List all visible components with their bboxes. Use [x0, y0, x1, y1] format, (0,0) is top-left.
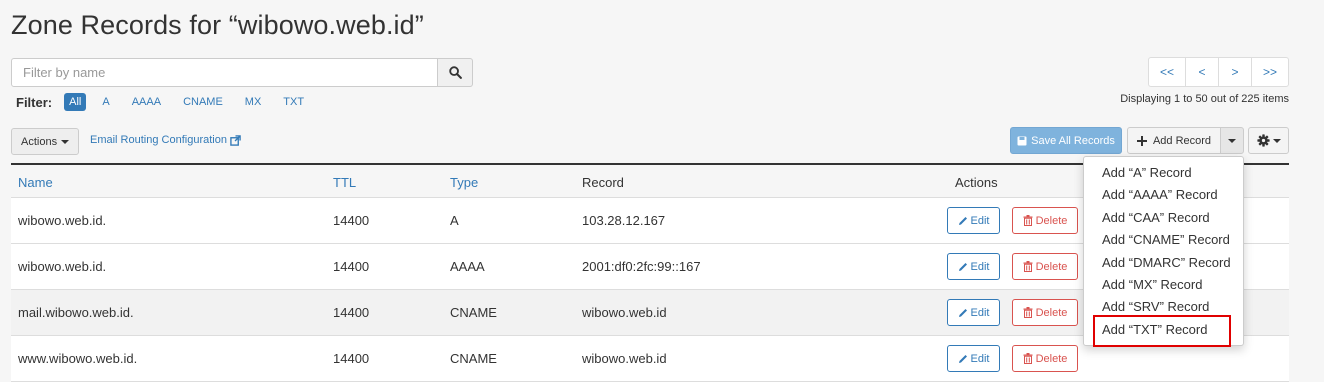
menu-item-add-caa-record[interactable]: Add “CAA” Record: [1084, 207, 1243, 229]
edit-button[interactable]: Edit: [947, 207, 1000, 234]
pencil-icon: [958, 308, 967, 317]
column-header-type[interactable]: Type: [450, 175, 478, 190]
column-header-actions: Actions: [955, 175, 998, 190]
pagination: << < > >>: [1148, 57, 1289, 87]
trash-icon: [1023, 215, 1033, 226]
edit-button[interactable]: Edit: [947, 253, 1000, 280]
record-type: CNAME: [450, 305, 497, 320]
pencil-icon: [958, 354, 967, 363]
record-name: www.wibowo.web.id.: [18, 351, 138, 366]
column-header-name[interactable]: Name: [18, 175, 53, 190]
filter-txt[interactable]: TXT: [283, 94, 304, 110]
record-value: 103.28.12.167: [582, 213, 666, 228]
actions-dropdown-button[interactable]: Actions: [11, 128, 80, 155]
record-value: wibowo.web.id: [582, 351, 667, 366]
caret-down-icon: [1228, 138, 1236, 143]
edit-button[interactable]: Edit: [947, 299, 1000, 326]
delete-label: Delete: [1035, 260, 1068, 273]
delete-button[interactable]: Delete: [1012, 299, 1078, 326]
delete-label: Delete: [1035, 214, 1068, 227]
last-page-button[interactable]: >>: [1251, 57, 1289, 87]
settings-dropdown-button[interactable]: [1248, 127, 1289, 154]
edit-label: Edit: [970, 260, 990, 273]
record-name: wibowo.web.id.: [18, 259, 107, 274]
save-all-label: Save All Records: [1031, 134, 1115, 147]
filter-bar: Filter: All A AAAA CNAME MX TXT: [16, 93, 326, 111]
page-title: Zone Records for “wibowo.web.id”: [11, 10, 424, 40]
delete-button[interactable]: Delete: [1012, 253, 1078, 280]
menu-item-add-txt-record[interactable]: Add “TXT” Record: [1084, 319, 1243, 341]
trash-icon: [1023, 261, 1033, 272]
record-value: wibowo.web.id: [582, 305, 667, 320]
record-ttl: 14400: [333, 213, 370, 228]
save-all-records-button[interactable]: Save All Records: [1010, 127, 1122, 154]
filter-mx[interactable]: MX: [245, 94, 262, 110]
delete-label: Delete: [1035, 352, 1068, 365]
add-record-label: Add Record: [1152, 134, 1212, 147]
prev-page-button[interactable]: <: [1185, 57, 1219, 87]
pencil-icon: [958, 216, 967, 225]
column-header-ttl[interactable]: TTL: [333, 175, 356, 190]
pagination-status: Displaying 1 to 50 out of 225 items: [1120, 93, 1289, 105]
next-page-button[interactable]: >: [1218, 57, 1252, 87]
search-button[interactable]: [438, 58, 473, 87]
external-link-icon: [230, 134, 241, 146]
filter-label: Filter:: [16, 94, 53, 110]
menu-item-add-srv-record[interactable]: Add “SRV” Record: [1084, 296, 1243, 318]
edit-label: Edit: [970, 306, 990, 319]
filter-aaaa[interactable]: AAAA: [132, 94, 161, 110]
menu-item-add-a-record[interactable]: Add “A” Record: [1084, 162, 1243, 184]
caret-down-icon: [1272, 138, 1281, 143]
add-record-dropdown-toggle[interactable]: [1220, 127, 1244, 154]
record-name: wibowo.web.id.: [18, 213, 107, 228]
plus-icon: [1136, 135, 1147, 146]
record-type: AAAA: [450, 259, 485, 274]
trash-icon: [1023, 307, 1033, 318]
record-ttl: 14400: [333, 305, 370, 320]
search-icon: [448, 66, 462, 79]
delete-button[interactable]: Delete: [1012, 207, 1078, 234]
filter-all[interactable]: All: [64, 93, 87, 111]
edit-label: Edit: [970, 214, 990, 227]
menu-item-add-dmarc-record[interactable]: Add “DMARC” Record: [1084, 252, 1243, 274]
filter-cname[interactable]: CNAME: [183, 94, 223, 110]
add-record-button[interactable]: Add Record: [1127, 127, 1221, 154]
record-type: A: [450, 213, 459, 228]
menu-item-add-mx-record[interactable]: Add “MX” Record: [1084, 274, 1243, 296]
edit-label: Edit: [970, 352, 990, 365]
email-routing-link[interactable]: Email Routing Configuration: [90, 134, 241, 146]
caret-down-icon: [61, 139, 70, 144]
first-page-button[interactable]: <<: [1148, 57, 1186, 87]
menu-item-add-aaaa-record[interactable]: Add “AAAA” Record: [1084, 184, 1243, 206]
trash-icon: [1023, 353, 1033, 364]
search-input[interactable]: [11, 58, 438, 87]
delete-label: Delete: [1035, 306, 1068, 319]
gear-icon: [1256, 134, 1270, 147]
filter-a[interactable]: A: [102, 94, 109, 110]
search-group: [11, 58, 473, 87]
delete-button[interactable]: Delete: [1012, 345, 1078, 372]
record-value: 2001:df0:2fc:99::167: [582, 259, 701, 274]
menu-item-add-cname-record[interactable]: Add “CNAME” Record: [1084, 229, 1243, 251]
record-type: CNAME: [450, 351, 497, 366]
email-routing-label: Email Routing Configuration: [90, 134, 227, 146]
edit-button[interactable]: Edit: [947, 345, 1000, 372]
record-name: mail.wibowo.web.id.: [18, 305, 134, 320]
column-header-record: Record: [582, 175, 624, 190]
save-icon: [1017, 136, 1027, 145]
add-record-menu: Add “A” Record Add “AAAA” Record Add “CA…: [1083, 156, 1244, 346]
record-ttl: 14400: [333, 351, 370, 366]
pencil-icon: [958, 262, 967, 271]
record-ttl: 14400: [333, 259, 370, 274]
actions-label: Actions: [21, 135, 58, 148]
